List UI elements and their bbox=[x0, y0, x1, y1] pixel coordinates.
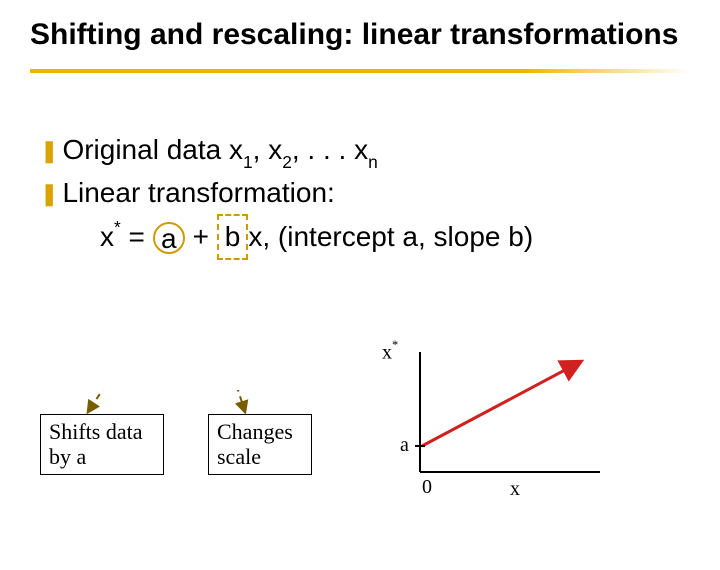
intercept-a-circled: a bbox=[153, 222, 185, 254]
content-area: ❚ Original data x1, x2, . . . xn ❚ Linea… bbox=[0, 73, 720, 261]
txt: , . . . x bbox=[292, 134, 368, 165]
subscript: 1 bbox=[243, 152, 253, 172]
txt: x bbox=[382, 342, 392, 364]
annotation-line: by a bbox=[49, 444, 155, 469]
mini-chart: x* a 0 x bbox=[380, 342, 620, 512]
annotation-line: Shifts data bbox=[49, 419, 155, 444]
txt: , x bbox=[253, 134, 283, 165]
subscript: 2 bbox=[282, 152, 292, 172]
superscript-star: * bbox=[114, 217, 121, 237]
bullet-icon: ❚ bbox=[40, 134, 58, 167]
slope-b-boxed: b bbox=[217, 214, 249, 260]
formula-tail: x, (intercept a, slope b) bbox=[248, 221, 533, 252]
chart-svg bbox=[380, 342, 620, 512]
annotation-shifts: Shifts data by a bbox=[40, 414, 164, 475]
annotation-line: scale bbox=[217, 444, 303, 469]
equals: = bbox=[121, 221, 153, 252]
intercept-label: a bbox=[400, 434, 409, 457]
subscript: n bbox=[368, 152, 378, 172]
annotation-changes-scale: Changes scale bbox=[208, 414, 312, 475]
x-axis-label: x bbox=[510, 478, 520, 501]
bullet-linear-transformation: ❚ Linear transformation: bbox=[40, 172, 680, 214]
superscript-star: * bbox=[392, 338, 398, 352]
bullet-text: Linear transformation: bbox=[62, 172, 334, 214]
bullet-original-data: ❚ Original data x1, x2, . . . xn bbox=[40, 129, 680, 173]
bullet-text: Original data x1, x2, . . . xn bbox=[62, 129, 377, 173]
annotation-line: Changes bbox=[217, 419, 303, 444]
y-axis-label: x* bbox=[382, 340, 398, 365]
formula-line: x* = a + bx, (intercept a, slope b) bbox=[40, 214, 680, 260]
lower-region: Shifts data by a Changes scale x* a 0 x bbox=[40, 390, 680, 530]
slide-title: Shifting and rescaling: linear transform… bbox=[0, 0, 720, 61]
var-x: x bbox=[100, 221, 114, 252]
bullet-icon: ❚ bbox=[40, 177, 58, 210]
txt: Original data x bbox=[62, 134, 243, 165]
origin-label: 0 bbox=[422, 476, 432, 499]
plus: + bbox=[185, 221, 217, 252]
